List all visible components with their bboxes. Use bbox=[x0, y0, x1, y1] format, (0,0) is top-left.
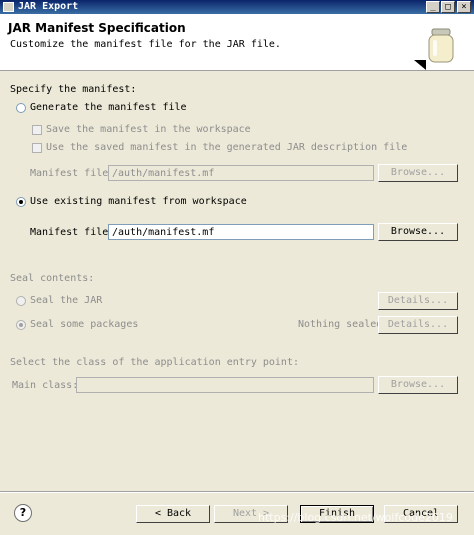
main-class-label: Main class: bbox=[12, 380, 79, 391]
browse-main-class-button[interactable]: Browse... bbox=[378, 376, 458, 394]
existing-manifest-file-field[interactable]: /auth/manifest.mf bbox=[108, 224, 374, 240]
generate-manifest-radio[interactable] bbox=[16, 103, 26, 113]
browse-generated-button[interactable]: Browse... bbox=[378, 164, 458, 182]
generated-manifest-file-label: Manifest file: bbox=[30, 168, 115, 179]
save-manifest-checkbox[interactable] bbox=[32, 125, 42, 135]
wizard-header: JAR Manifest Specification Customize the… bbox=[0, 14, 474, 71]
help-icon[interactable]: ? bbox=[14, 504, 32, 522]
back-button[interactable]: < Back bbox=[136, 505, 210, 523]
page-description: Customize the manifest file for the JAR … bbox=[10, 39, 281, 50]
footer-separator bbox=[0, 491, 474, 493]
browse-existing-button[interactable]: Browse... bbox=[378, 223, 458, 241]
seal-jar-details-button[interactable]: Details... bbox=[378, 292, 458, 310]
entry-point-section-label: Select the class of the application entr… bbox=[10, 357, 299, 368]
window-title: JAR Export bbox=[18, 1, 79, 12]
jar-icon bbox=[428, 28, 454, 63]
seal-status-text: Nothing sealed bbox=[298, 319, 383, 330]
page-title: JAR Manifest Specification bbox=[8, 21, 186, 35]
maximize-icon[interactable]: □ bbox=[441, 1, 455, 13]
seal-section-label: Seal contents: bbox=[10, 273, 95, 284]
save-manifest-label: Save the manifest in the workspace bbox=[46, 124, 251, 135]
manifest-section-label: Specify the manifest: bbox=[10, 84, 137, 95]
existing-manifest-file-label: Manifest file: bbox=[30, 227, 115, 238]
app-icon bbox=[3, 2, 14, 12]
use-existing-manifest-radio[interactable] bbox=[16, 197, 26, 207]
use-existing-manifest-label: Use existing manifest from workspace bbox=[30, 196, 247, 207]
generated-manifest-file-field[interactable]: /auth/manifest.mf bbox=[108, 165, 374, 181]
title-bar: JAR Export _ □ × bbox=[0, 0, 474, 14]
reuse-manifest-label: Use the saved manifest in the generated … bbox=[46, 142, 408, 153]
close-icon[interactable]: × bbox=[457, 1, 471, 13]
seal-packages-radio[interactable] bbox=[16, 320, 26, 330]
seal-jar-radio[interactable] bbox=[16, 296, 26, 306]
seal-packages-label: Seal some packages bbox=[30, 319, 139, 330]
generate-manifest-label: Generate the manifest file bbox=[30, 102, 187, 113]
corner-arrow-icon bbox=[414, 60, 426, 70]
seal-packages-details-button[interactable]: Details... bbox=[378, 316, 458, 334]
seal-jar-label: Seal the JAR bbox=[30, 295, 103, 306]
minimize-icon[interactable]: _ bbox=[426, 1, 440, 13]
main-class-field[interactable] bbox=[76, 377, 374, 393]
watermark-text: https://blog.csdn.net/wolfcode2019 bbox=[258, 511, 453, 524]
reuse-manifest-checkbox[interactable] bbox=[32, 143, 42, 153]
